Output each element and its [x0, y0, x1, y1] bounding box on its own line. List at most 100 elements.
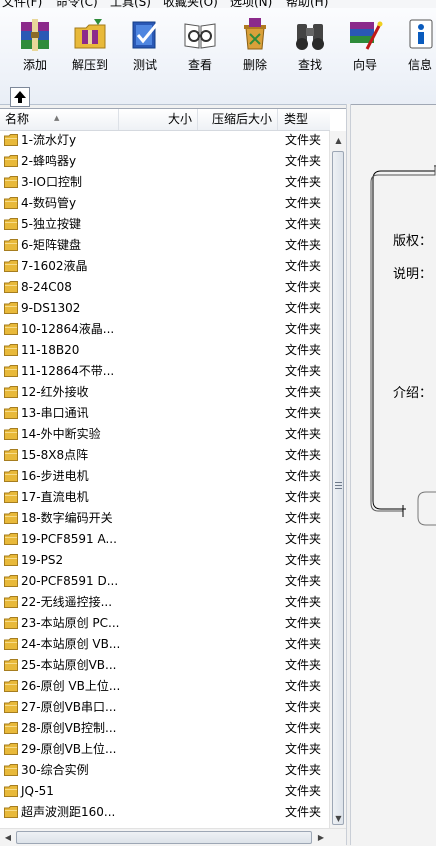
column-size-header[interactable]: 大小 — [119, 109, 198, 130]
scroll-left-arrow-icon[interactable]: ◀ — [0, 829, 16, 846]
up-folder-button[interactable] — [10, 87, 30, 107]
table-row[interactable]: 3-IO口控制 文件夹 — [0, 172, 330, 193]
table-row[interactable]: 7-1602液晶 文件夹 — [0, 256, 330, 277]
folder-icon — [4, 344, 18, 356]
find-button[interactable]: 查找 — [283, 16, 337, 78]
table-row[interactable]: 2-蜂鸣器y 文件夹 — [0, 151, 330, 172]
view-book-icon — [184, 23, 216, 49]
folder-icon — [4, 239, 18, 251]
table-row[interactable]: 19-PS2 文件夹 — [0, 550, 330, 571]
column-type-header[interactable]: 类型 — [278, 109, 330, 130]
folder-icon — [4, 701, 18, 713]
delete-button[interactable]: 删除 — [228, 16, 282, 78]
file-type: 文件夹 — [285, 238, 322, 252]
table-row[interactable]: 超声波测距160... 文件夹 — [0, 802, 330, 823]
file-name: 12-红外接收 — [21, 385, 89, 399]
table-row[interactable]: 30-综合实例 文件夹 — [0, 760, 330, 781]
file-name: 9-DS1302 — [21, 301, 81, 315]
description-label: 说明： — [393, 267, 433, 282]
table-row[interactable]: 29-原创VB上位... 文件夹 — [0, 739, 330, 760]
extract-to-button[interactable]: 解压到 — [63, 16, 117, 78]
vertical-scrollbar[interactable]: ▲ ▼ — [329, 131, 346, 828]
table-row[interactable]: 15-8X8点阵 文件夹 — [0, 445, 330, 466]
folder-icon — [4, 512, 18, 524]
table-row[interactable]: 25-本站原创VB... 文件夹 — [0, 655, 330, 676]
file-type: 文件夹 — [285, 469, 322, 483]
file-name: 3-IO口控制 — [21, 175, 82, 189]
table-row[interactable]: 11-12864不带... 文件夹 — [0, 361, 330, 382]
binoculars-icon — [296, 24, 324, 50]
table-row[interactable]: 22-无线遥控接... 文件夹 — [0, 592, 330, 613]
table-row[interactable]: 26-原创 VB上位... 文件夹 — [0, 676, 330, 697]
file-type: 文件夹 — [285, 343, 322, 357]
column-packed-header[interactable]: 压缩后大小 — [198, 109, 278, 130]
table-row[interactable]: 28-原创VB控制... 文件夹 — [0, 718, 330, 739]
test-button[interactable]: 测试 — [118, 16, 172, 78]
column-name-label: 名称 — [5, 112, 30, 126]
add-button-label: 添加 — [22, 58, 47, 72]
column-packed-label: 压缩后大小 — [211, 112, 272, 126]
scroll-down-arrow-icon[interactable]: ▼ — [330, 810, 346, 827]
find-button-label: 查找 — [297, 58, 322, 72]
table-row[interactable]: 19-PCF8591 A... 文件夹 — [0, 529, 330, 550]
file-name: 4-数码管y — [21, 196, 77, 210]
file-name: 24-本站原创 VB... — [21, 637, 121, 651]
table-row[interactable]: 20-PCF8591 D... 文件夹 — [0, 571, 330, 592]
table-row[interactable]: 4-数码管y 文件夹 — [0, 193, 330, 214]
file-type: 文件夹 — [285, 427, 322, 441]
table-row[interactable]: 8-24C08 文件夹 — [0, 277, 330, 298]
folder-icon — [4, 575, 18, 587]
table-row[interactable]: 14-外中断实验 文件夹 — [0, 424, 330, 445]
view-button[interactable]: 查看 — [173, 16, 227, 78]
folder-icon — [4, 218, 18, 230]
file-type: 文件夹 — [285, 490, 322, 504]
table-row[interactable]: 13-串口通讯 文件夹 — [0, 403, 330, 424]
folder-icon — [4, 323, 18, 335]
file-name: 18-数字编码开关 — [21, 511, 113, 525]
table-row[interactable]: 5-独立按键 文件夹 — [0, 214, 330, 235]
folder-icon — [4, 596, 18, 608]
file-name: 超声波测距160... — [21, 805, 116, 819]
table-row[interactable]: 1-流水灯y 文件夹 — [0, 130, 330, 151]
table-row[interactable]: 12-红外接收 文件夹 — [0, 382, 330, 403]
vertical-scroll-thumb[interactable] — [332, 151, 344, 825]
table-row[interactable]: 16-步进电机 文件夹 — [0, 466, 330, 487]
table-row[interactable]: 17-直流电机 文件夹 — [0, 487, 330, 508]
folder-icon — [4, 743, 18, 755]
table-row[interactable]: 6-矩阵键盘 文件夹 — [0, 235, 330, 256]
horizontal-scroll-thumb[interactable] — [16, 831, 312, 844]
table-row[interactable]: 24-本站原创 VB... 文件夹 — [0, 634, 330, 655]
file-type: 文件夹 — [285, 532, 322, 546]
folder-icon — [4, 680, 18, 692]
info-button-label: 信息 — [407, 58, 432, 72]
info-frame-bracket — [370, 165, 436, 526]
table-row[interactable]: 23-本站原创 PC... 文件夹 — [0, 613, 330, 634]
file-type: 文件夹 — [285, 805, 322, 819]
file-type: 文件夹 — [285, 175, 322, 189]
intro-label: 介绍： — [393, 386, 433, 401]
table-row[interactable]: 27-原创VB串口... 文件夹 — [0, 697, 330, 718]
table-row[interactable]: JQ-51 文件夹 — [0, 781, 330, 802]
file-type: 文件夹 — [285, 133, 322, 147]
extract-folder-icon — [74, 19, 106, 49]
scroll-right-arrow-icon[interactable]: ▶ — [313, 829, 329, 846]
add-button[interactable]: 添加 — [8, 16, 62, 78]
file-name: 29-原创VB上位... — [21, 742, 117, 756]
table-row[interactable]: 11-18B20 文件夹 — [0, 340, 330, 361]
folder-icon — [4, 491, 18, 503]
table-row[interactable]: 10-12864液晶... 文件夹 — [0, 319, 330, 340]
column-name-header[interactable]: 名称 ▲ — [0, 109, 119, 130]
table-row[interactable]: 9-DS1302 文件夹 — [0, 298, 330, 319]
test-button-label: 测试 — [132, 58, 157, 72]
sort-ascending-icon: ▲ — [54, 114, 60, 122]
table-row[interactable]: 18-数字编码开关 文件夹 — [0, 508, 330, 529]
wizard-button[interactable]: 向导 — [338, 16, 392, 78]
file-name: 30-综合实例 — [21, 763, 89, 777]
info-button[interactable]: 信息 — [393, 16, 436, 78]
file-type: 文件夹 — [285, 406, 322, 420]
folder-icon — [4, 617, 18, 629]
scroll-up-arrow-icon[interactable]: ▲ — [330, 132, 346, 149]
file-type: 文件夹 — [285, 616, 322, 630]
horizontal-scrollbar[interactable]: ◀ ▶ — [0, 828, 346, 846]
file-type: 文件夹 — [285, 259, 322, 273]
